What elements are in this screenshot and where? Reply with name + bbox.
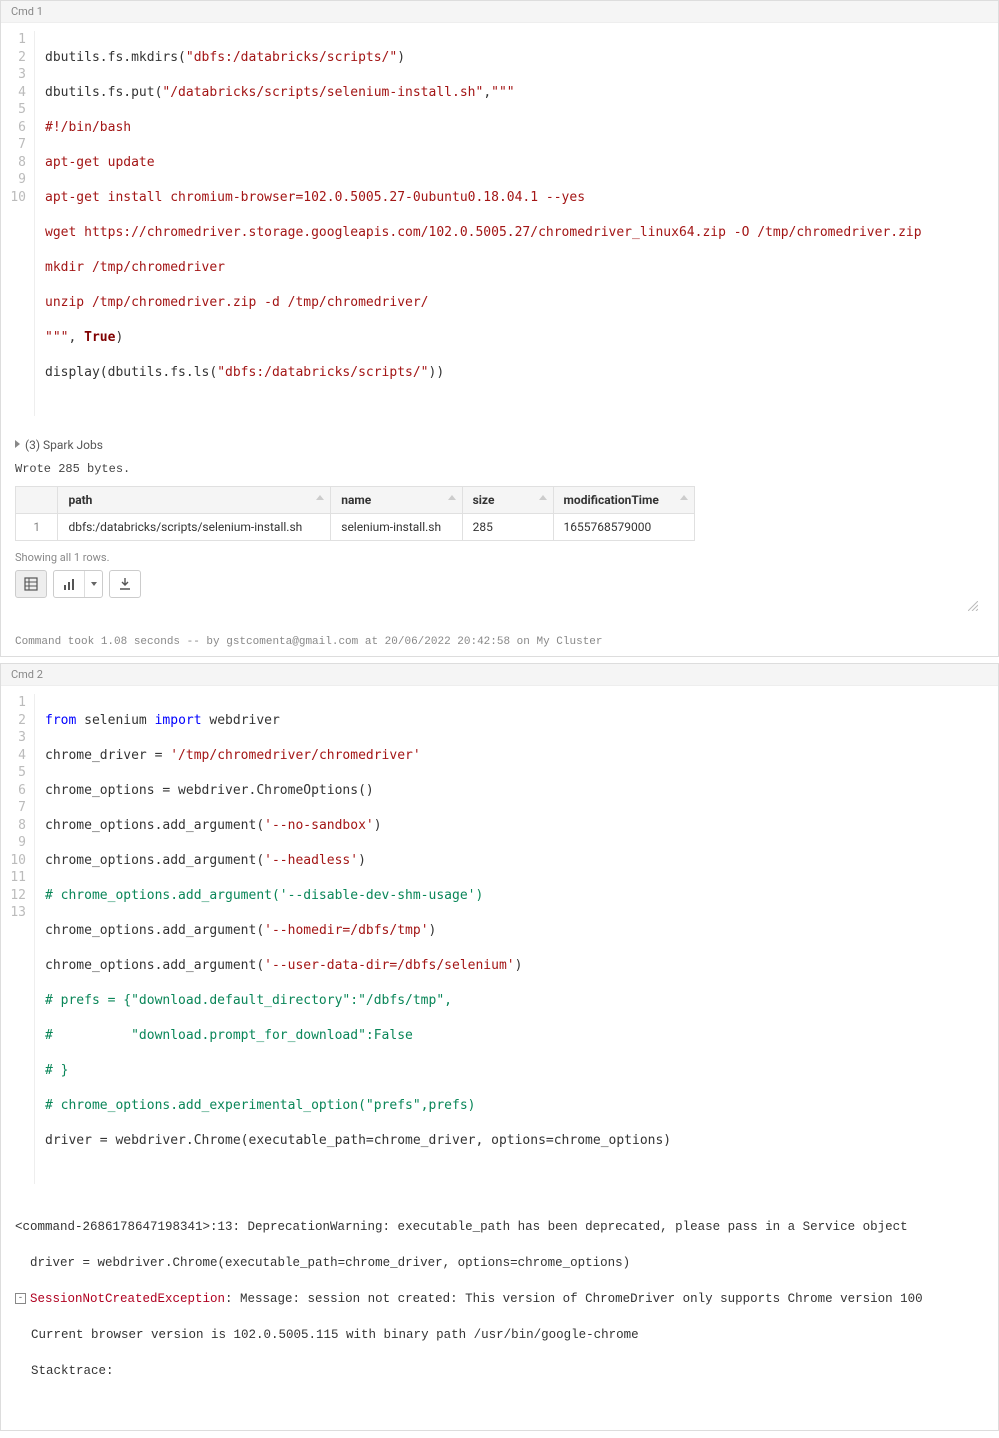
sort-icon [316,495,324,500]
resize-icon [968,601,978,611]
download-button[interactable] [109,570,141,598]
sort-icon [680,495,688,500]
col-mtime[interactable]: modificationTime [553,487,694,514]
deprecation-warning: <command-2686178647198341>:13: Deprecati… [15,1218,984,1236]
cell-output: (3) Spark Jobs Wrote 285 bytes. path nam… [1,424,998,632]
col-name[interactable]: name [331,487,462,514]
cell-2: Cmd 2 1 2 3 4 5 6 7 8 9 10 11 12 13 from… [0,663,999,1431]
chart-dropdown-toggle[interactable] [84,571,102,597]
error-output: <command-2686178647198341>:13: Deprecati… [1,1192,998,1430]
table-icon [24,577,38,591]
col-index[interactable] [16,487,58,514]
resize-handle[interactable] [15,598,984,618]
code-editor[interactable]: 1 2 3 4 5 6 7 8 9 10 11 12 13 from selen… [1,686,998,1192]
deprecation-warning-line: driver = webdriver.Chrome(executable_pat… [15,1254,984,1272]
chart-view-button[interactable] [53,570,103,598]
col-path[interactable]: path [58,487,331,514]
col-size[interactable]: size [462,487,553,514]
row-summary: Showing all 1 rows. [15,551,984,564]
sort-icon [539,495,547,500]
spark-jobs-toggle[interactable]: (3) Spark Jobs [15,438,984,452]
output-toolbar [15,570,984,598]
sort-icon [448,495,456,500]
cell-1: Cmd 1 1 2 3 4 5 6 7 8 9 10 dbutils.fs.mk… [0,0,999,657]
cell-header[interactable]: Cmd 1 [1,1,998,23]
chevron-right-icon [15,440,20,448]
code-content[interactable]: from selenium import webdriver chrome_dr… [35,694,671,1184]
cell-header[interactable]: Cmd 2 [1,664,998,686]
table-row[interactable]: 1 dbfs:/databricks/scripts/selenium-inst… [16,514,695,541]
stacktrace-label: Stacktrace: [15,1362,984,1380]
command-footer: Command took 1.08 seconds -- by gstcomen… [1,632,998,656]
collapse-toggle[interactable]: - [15,1293,26,1304]
line-gutter: 1 2 3 4 5 6 7 8 9 10 11 12 13 [1,694,35,1184]
code-content[interactable]: dbutils.fs.mkdirs("dbfs:/databricks/scri… [35,31,922,416]
download-icon [118,577,132,591]
exception-name: SessionNotCreatedException [30,1292,225,1306]
chevron-down-icon [91,582,97,586]
exception-line: -SessionNotCreatedException: Message: se… [15,1290,984,1308]
bar-chart-icon [62,577,76,591]
line-gutter: 1 2 3 4 5 6 7 8 9 10 [1,31,35,416]
table-view-button[interactable] [15,570,47,598]
code-editor[interactable]: 1 2 3 4 5 6 7 8 9 10 dbutils.fs.mkdirs("… [1,23,998,424]
output-text: Wrote 285 bytes. [15,462,984,476]
exception-detail: Current browser version is 102.0.5005.11… [15,1326,984,1344]
table-header-row: path name size modificationTime [16,487,695,514]
results-table: path name size modificationTime 1 dbfs:/… [15,486,695,541]
